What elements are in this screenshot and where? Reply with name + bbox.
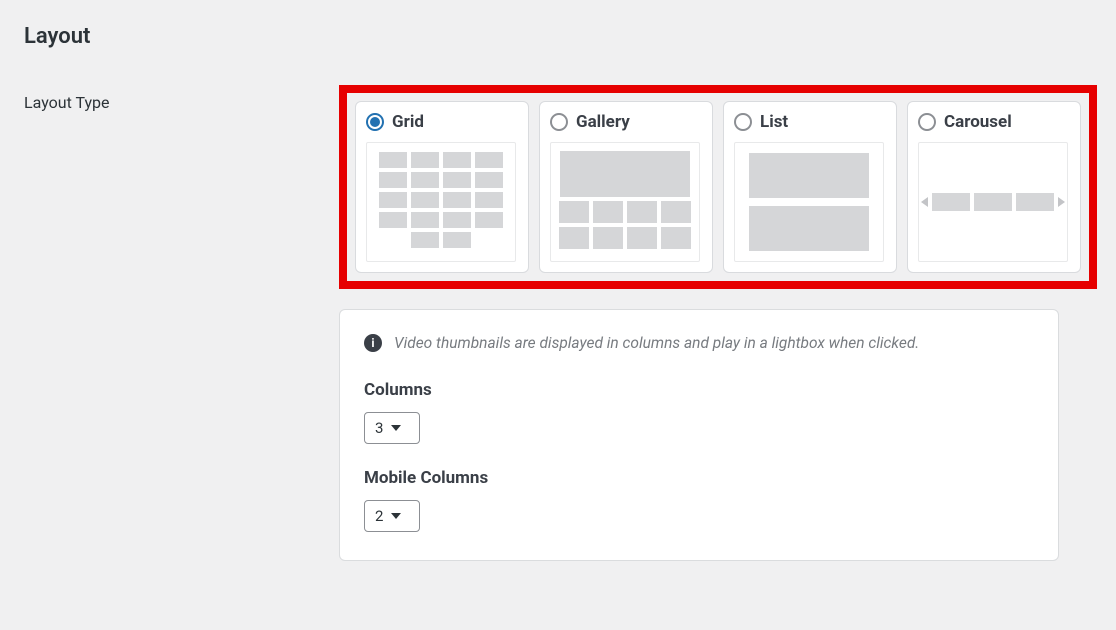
radio-list[interactable] bbox=[734, 113, 752, 131]
layout-options: Grid Gallery bbox=[355, 101, 1081, 273]
section-title: Layout bbox=[24, 24, 1092, 49]
preview-gallery bbox=[550, 142, 700, 262]
highlight-annotation: Grid Gallery bbox=[339, 85, 1097, 289]
layout-type-label: Layout Type bbox=[24, 85, 339, 112]
chevron-down-icon bbox=[391, 513, 401, 519]
columns-label: Columns bbox=[364, 380, 1034, 400]
layout-option-gallery[interactable]: Gallery bbox=[539, 101, 713, 273]
layout-option-gallery-label: Gallery bbox=[576, 112, 630, 132]
radio-gallery[interactable] bbox=[550, 113, 568, 131]
layout-details-box: i Video thumbnails are displayed in colu… bbox=[339, 309, 1059, 561]
columns-select[interactable]: 3 bbox=[364, 412, 420, 444]
layout-type-row: Layout Type Grid bbox=[24, 85, 1092, 561]
radio-grid[interactable] bbox=[366, 113, 384, 131]
chevron-right-icon bbox=[1058, 197, 1065, 207]
layout-option-list-label: List bbox=[760, 112, 788, 132]
layout-panel: Layout Layout Type Grid bbox=[0, 0, 1116, 561]
layout-option-list[interactable]: List bbox=[723, 101, 897, 273]
info-text: Video thumbnails are displayed in column… bbox=[394, 334, 919, 352]
info-icon: i bbox=[364, 334, 382, 352]
layout-option-carousel-label: Carousel bbox=[944, 112, 1012, 132]
preview-carousel bbox=[918, 142, 1068, 262]
mobile-columns-value: 2 bbox=[375, 507, 383, 525]
mobile-columns-select[interactable]: 2 bbox=[364, 500, 420, 532]
layout-option-grid[interactable]: Grid bbox=[355, 101, 529, 273]
chevron-down-icon bbox=[391, 425, 401, 431]
mobile-columns-label: Mobile Columns bbox=[364, 468, 1034, 488]
layout-type-content: Grid Gallery bbox=[339, 85, 1097, 561]
layout-option-grid-label: Grid bbox=[392, 112, 424, 132]
chevron-left-icon bbox=[921, 197, 928, 207]
columns-value: 3 bbox=[375, 419, 383, 437]
preview-list bbox=[734, 142, 884, 262]
radio-carousel[interactable] bbox=[918, 113, 936, 131]
preview-grid bbox=[366, 142, 516, 262]
layout-option-carousel[interactable]: Carousel bbox=[907, 101, 1081, 273]
